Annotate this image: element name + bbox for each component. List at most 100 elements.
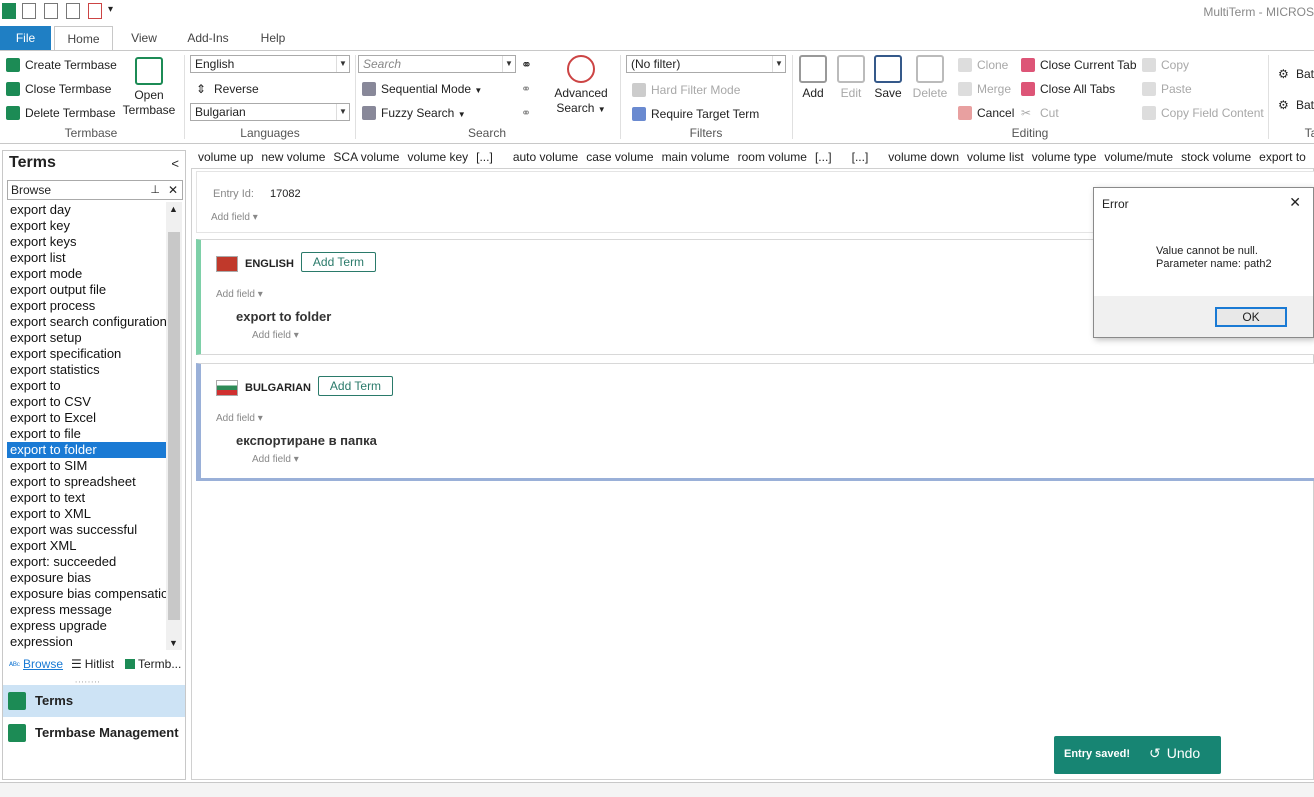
term-list-item[interactable]: exposure bias xyxy=(7,570,166,586)
term-list-item[interactable]: export search configuration xyxy=(7,314,166,330)
paste-button[interactable]: Paste xyxy=(1142,80,1192,98)
term-list-item[interactable]: export setup xyxy=(7,330,166,346)
tab-home[interactable]: Home xyxy=(54,26,113,50)
cut-button[interactable]: ✂Cut xyxy=(1021,104,1059,122)
field-bar-item[interactable]: [...] xyxy=(476,150,493,164)
term-list-item[interactable]: exposure bias compensation xyxy=(7,586,166,602)
delete-termbase-button[interactable]: Delete Termbase xyxy=(6,104,116,122)
term-list-item[interactable]: export to spreadsheet xyxy=(7,474,166,490)
delete-document-icon[interactable] xyxy=(88,3,102,19)
field-bar-item[interactable]: SCA volume xyxy=(333,150,399,164)
english-add-field[interactable]: Add field ▾ xyxy=(216,289,263,300)
save-button[interactable]: Save xyxy=(872,55,904,101)
term-list-item[interactable]: export to SIM xyxy=(7,458,166,474)
browse-input[interactable]: Browse ⊥ ✕ xyxy=(7,180,183,200)
term-list-item[interactable]: export list xyxy=(7,250,166,266)
binoculars-icon[interactable]: ⚭ xyxy=(521,56,532,74)
hard-filter-mode-button[interactable]: Hard Filter Mode xyxy=(632,81,740,99)
source-language-select[interactable]: English▼ xyxy=(190,55,350,73)
tab-file[interactable]: File xyxy=(0,26,51,50)
batch-button-2[interactable]: ⚙Bat xyxy=(1278,96,1314,114)
entry-add-field[interactable]: Add field ▾ xyxy=(211,212,258,223)
clear-icon[interactable]: ✕ xyxy=(168,181,178,199)
term-list-item[interactable]: express message xyxy=(7,602,166,618)
term-list-item[interactable]: export to file xyxy=(7,426,166,442)
target-language-select[interactable]: Bulgarian▼ xyxy=(190,103,350,121)
cancel-button[interactable]: Cancel xyxy=(958,104,1014,122)
close-current-tab-button[interactable]: Close Current Tab xyxy=(1021,56,1137,74)
field-bar-item[interactable]: volume type xyxy=(1032,150,1097,164)
filter-select[interactable]: (No filter)▼ xyxy=(626,55,786,73)
quick-access-dropdown-icon[interactable]: ▾ xyxy=(108,4,113,15)
english-term-add-field[interactable]: Add field ▾ xyxy=(252,330,299,341)
term-list-item[interactable]: export to XML xyxy=(7,506,166,522)
term-list-item[interactable]: export to Excel xyxy=(7,410,166,426)
term-list-item[interactable]: export: succeeded xyxy=(7,554,166,570)
field-bar-item[interactable]: room volume xyxy=(738,150,807,164)
add-button[interactable]: Add xyxy=(797,55,829,101)
field-bar-item[interactable]: auto volume xyxy=(513,150,578,164)
field-bar-item[interactable]: new volume xyxy=(261,150,325,164)
field-bar-item[interactable]: stock volume xyxy=(1181,150,1251,164)
batch-button-1[interactable]: ⚙Bat xyxy=(1278,65,1314,83)
term-list-scrollbar[interactable]: ▲ ▼ xyxy=(166,202,182,650)
english-add-term-button[interactable]: Add Term xyxy=(301,252,376,272)
term-list-item[interactable]: export specification xyxy=(7,346,166,362)
browse-tab[interactable]: ᴬᴮᶜBrowse xyxy=(9,657,63,671)
pin-icon[interactable]: ⊥ xyxy=(150,181,160,199)
copy-button[interactable]: Copy xyxy=(1142,56,1189,74)
require-target-term-button[interactable]: Require Target Term xyxy=(632,105,759,123)
advanced-search-button[interactable]: Advanced Search ▼ xyxy=(550,55,612,117)
scroll-thumb[interactable] xyxy=(168,232,180,620)
term-list-item[interactable]: export statistics xyxy=(7,362,166,378)
clone-button[interactable]: Clone xyxy=(958,56,1008,74)
term-list-item[interactable]: export XML xyxy=(7,538,166,554)
field-bar-item[interactable]: main volume xyxy=(662,150,730,164)
term-list-item[interactable]: export to folder xyxy=(7,442,166,458)
term-list-item[interactable]: export was successful xyxy=(7,522,166,538)
hitlist-tab[interactable]: ☰Hitlist xyxy=(71,657,114,671)
close-all-tabs-button[interactable]: Close All Tabs xyxy=(1021,80,1115,98)
merge-button[interactable]: Merge xyxy=(958,80,1011,98)
undo-button[interactable]: ↺Undo xyxy=(1149,745,1200,762)
tab-view[interactable]: View xyxy=(122,26,166,50)
term-list-item[interactable]: export keys xyxy=(7,234,166,250)
edit-document-icon[interactable] xyxy=(44,3,58,19)
term-list-item[interactable]: export to text xyxy=(7,490,166,506)
search-prev-icon[interactable]: ⚭ xyxy=(521,80,531,98)
scroll-up-icon[interactable]: ▲ xyxy=(169,204,178,214)
field-bar-item[interactable]: volume list xyxy=(967,150,1024,164)
field-bar-item[interactable]: volume/mute xyxy=(1104,150,1173,164)
sequential-mode-button[interactable]: Sequential Mode ▼ xyxy=(362,80,482,98)
copy-field-content-button[interactable]: Copy Field Content xyxy=(1142,104,1264,122)
term-list-item[interactable]: export mode xyxy=(7,266,166,282)
field-bar-item[interactable]: export to xyxy=(1259,150,1306,164)
close-termbase-button[interactable]: Close Termbase xyxy=(6,80,111,98)
edit-button[interactable]: Edit xyxy=(835,55,867,101)
english-term[interactable]: export to folder xyxy=(236,309,331,324)
reverse-button[interactable]: ⇕Reverse xyxy=(196,80,259,98)
field-bar-item[interactable]: volume key xyxy=(407,150,468,164)
field-bar-item[interactable]: volume up xyxy=(198,150,253,164)
bulgarian-add-field[interactable]: Add field ▾ xyxy=(216,413,263,424)
collapse-panel-icon[interactable]: < xyxy=(171,156,179,171)
tab-add-ins[interactable]: Add-Ins xyxy=(180,26,236,50)
term-list-item[interactable]: expression xyxy=(7,634,166,650)
nav-termbase-management[interactable]: Termbase Management xyxy=(3,717,185,749)
term-list-item[interactable]: export process xyxy=(7,298,166,314)
term-list-item[interactable]: export to CSV xyxy=(7,394,166,410)
field-bar-item[interactable]: volume down xyxy=(888,150,959,164)
nav-terms[interactable]: Terms xyxy=(3,685,185,717)
save-document-icon[interactable] xyxy=(66,3,80,19)
dialog-close-icon[interactable]: ✕ xyxy=(1289,194,1301,211)
scroll-down-icon[interactable]: ▼ xyxy=(169,638,178,648)
term-list-item[interactable]: export day xyxy=(7,202,166,218)
termbase-tab[interactable]: Termb... xyxy=(125,657,181,671)
bulgarian-term[interactable]: експортиране в папка xyxy=(236,433,377,448)
delete-entry-button[interactable]: Delete xyxy=(910,55,950,101)
term-list-item[interactable]: export to xyxy=(7,378,166,394)
term-list-item[interactable]: export key xyxy=(7,218,166,234)
field-bar-item[interactable]: [...] xyxy=(852,150,869,164)
term-list-item[interactable]: express upgrade xyxy=(7,618,166,634)
new-document-icon[interactable] xyxy=(22,3,36,19)
